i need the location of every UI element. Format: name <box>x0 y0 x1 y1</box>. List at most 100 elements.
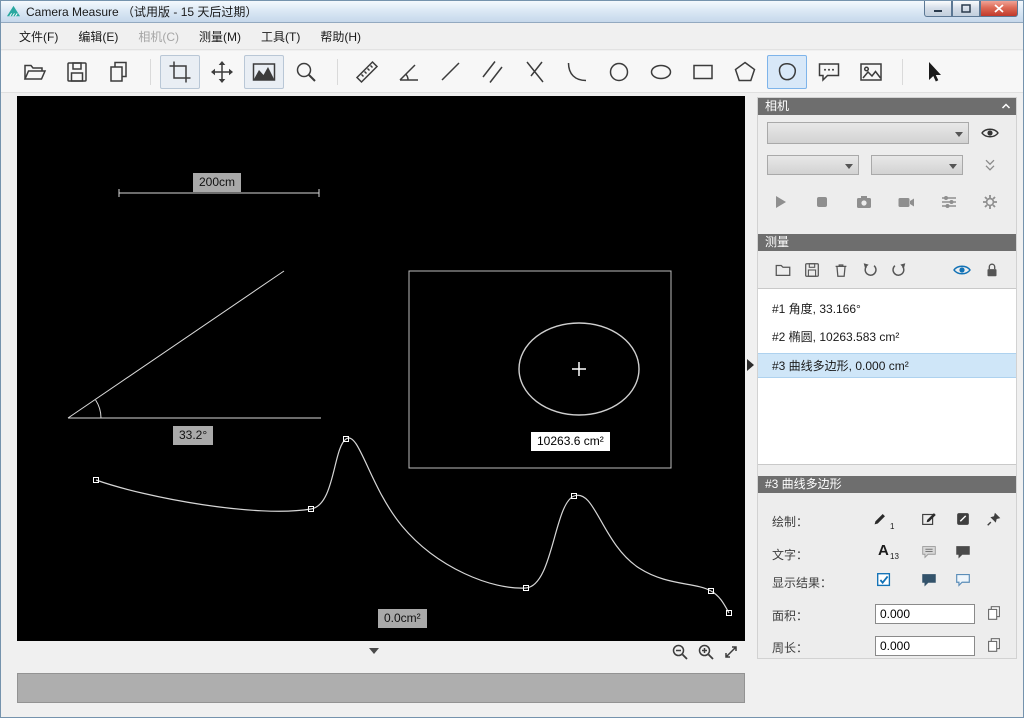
app-logo-icon <box>6 4 21 19</box>
move-button[interactable] <box>202 55 242 89</box>
comment-icon <box>816 59 842 85</box>
label-bubble-filled-icon[interactable] <box>953 542 973 562</box>
result-bubble-dark-icon[interactable] <box>919 570 939 590</box>
result-bubble-outline-icon[interactable] <box>953 570 973 590</box>
measure-panel-header[interactable]: 测量 <box>758 234 1016 251</box>
camera-preview-eye-icon[interactable] <box>980 123 1000 143</box>
show-result-checkbox[interactable] <box>874 570 894 590</box>
copy-area-button[interactable] <box>984 603 1004 623</box>
area-input[interactable] <box>875 604 975 624</box>
camera-start-button[interactable] <box>770 192 790 212</box>
show-measurements-eye-icon[interactable] <box>952 260 972 280</box>
camera-panel-header[interactable]: 相机 <box>758 98 1016 115</box>
ruler-tool-button[interactable] <box>347 55 387 89</box>
edit-shape-icon[interactable] <box>919 509 939 529</box>
note-icon[interactable] <box>953 509 973 529</box>
image-icon <box>858 59 884 85</box>
camera-resolution-select[interactable] <box>767 155 859 175</box>
angle-tool-button[interactable] <box>389 55 429 89</box>
redo-button[interactable] <box>889 260 909 280</box>
font-size-badge: 13 <box>890 552 899 561</box>
ellipse-tool-button[interactable] <box>641 55 681 89</box>
magnifier-icon <box>293 59 319 85</box>
panel-collapse-handle-icon[interactable] <box>747 359 754 371</box>
list-item[interactable]: #2 椭圆, 10263.583 cm² <box>758 325 1016 350</box>
ellipse-measurement-label[interactable]: 10263.6 cm² <box>531 432 610 451</box>
copy-button[interactable] <box>99 55 139 89</box>
polygon-tool-button[interactable] <box>725 55 765 89</box>
arc-icon <box>564 59 590 85</box>
measurement-shapes <box>17 96 745 641</box>
properties-panel-title: #3 曲线多边形 <box>765 477 842 491</box>
menu-measure[interactable]: 测量(M) <box>189 24 251 49</box>
font-icon[interactable]: A <box>878 542 889 559</box>
menu-file[interactable]: 文件(F) <box>9 24 68 49</box>
menu-tools[interactable]: 工具(T) <box>251 24 310 49</box>
text-label: 文字： <box>772 546 808 563</box>
rectangle-tool-button[interactable] <box>683 55 723 89</box>
angle-icon <box>396 59 422 85</box>
open-button[interactable] <box>15 55 55 89</box>
angle-measurement-shape[interactable] <box>68 271 321 418</box>
pin-icon[interactable] <box>984 509 1004 529</box>
camera-device-select[interactable] <box>767 122 969 144</box>
close-button[interactable] <box>980 1 1018 17</box>
menu-help[interactable]: 帮助(H) <box>310 24 371 49</box>
image-canvas[interactable]: 200cm 33.2° 10263.6 cm² 0.0cm² <box>17 96 745 641</box>
more-options-chevrons-icon[interactable] <box>980 155 1000 175</box>
record-video-button[interactable] <box>896 192 916 212</box>
perimeter-input[interactable] <box>875 636 975 656</box>
save-button[interactable] <box>57 55 97 89</box>
arc-tool-button[interactable] <box>557 55 597 89</box>
image-tool-button[interactable] <box>851 55 891 89</box>
label-bubble-lines-icon[interactable] <box>919 542 939 562</box>
curve-polygon-tool-button[interactable] <box>767 55 807 89</box>
main-toolbar <box>1 51 1023 93</box>
draw-pencil-icon[interactable] <box>870 509 890 529</box>
filmstrip-collapse-icon[interactable] <box>369 648 379 654</box>
curve-control-handles[interactable] <box>94 437 732 616</box>
measure-open-button[interactable] <box>773 260 793 280</box>
crop-button[interactable] <box>160 55 200 89</box>
zoom-out-icon[interactable] <box>671 643 689 661</box>
maximize-button[interactable] <box>952 1 980 17</box>
filmstrip-bar[interactable] <box>17 673 745 703</box>
lock-measurements-icon[interactable] <box>982 260 1002 280</box>
camera-stop-button[interactable] <box>812 192 832 212</box>
circle-tool-button[interactable] <box>599 55 639 89</box>
cross-lines-tool-button[interactable] <box>515 55 555 89</box>
right-panel: 相机 测量 <box>757 97 1017 659</box>
move-icon <box>209 59 235 85</box>
zoom-in-icon[interactable] <box>697 643 715 661</box>
list-item[interactable]: #1 角度, 33.166° <box>758 297 1016 322</box>
menu-edit[interactable]: 编辑(E) <box>68 24 128 49</box>
copy-perimeter-button[interactable] <box>984 635 1004 655</box>
minimize-button[interactable] <box>924 1 952 17</box>
parallel-lines-tool-button[interactable] <box>473 55 513 89</box>
title-bar[interactable]: Camera Measure （试用版 - 15 天后过期） <box>1 1 1023 23</box>
collapse-chevron-icon[interactable] <box>1000 100 1012 112</box>
fit-screen-icon[interactable] <box>723 644 739 660</box>
comment-tool-button[interactable] <box>809 55 849 89</box>
crop-icon <box>167 59 193 85</box>
camera-format-select[interactable] <box>871 155 963 175</box>
histogram-button[interactable] <box>244 55 284 89</box>
camera-settings-sliders-button[interactable] <box>939 192 959 212</box>
curve-polygon-measurement-shape[interactable] <box>94 437 732 616</box>
measurement-list: #1 角度, 33.166° #2 椭圆, 10263.583 cm² #3 曲… <box>758 288 1016 465</box>
zoom-tool-button[interactable] <box>286 55 326 89</box>
cursor-arrow-icon <box>919 59 945 85</box>
line-tool-button[interactable] <box>431 55 471 89</box>
undo-button[interactable] <box>860 260 880 280</box>
curve-measurement-label[interactable]: 0.0cm² <box>378 609 427 628</box>
select-cursor-button[interactable] <box>912 55 952 89</box>
angle-measurement-label[interactable]: 33.2° <box>173 426 213 445</box>
camera-gear-button[interactable] <box>980 192 1000 212</box>
window-title: Camera Measure （试用版 - 15 天后过期） <box>26 3 257 20</box>
measure-delete-button[interactable] <box>831 260 851 280</box>
line-measurement-label[interactable]: 200cm <box>193 173 241 192</box>
snapshot-button[interactable] <box>854 192 874 212</box>
measure-save-button[interactable] <box>802 260 822 280</box>
properties-panel-header[interactable]: #3 曲线多边形 <box>758 476 1016 493</box>
list-item-selected[interactable]: #3 曲线多边形, 0.000 cm² <box>758 353 1016 378</box>
